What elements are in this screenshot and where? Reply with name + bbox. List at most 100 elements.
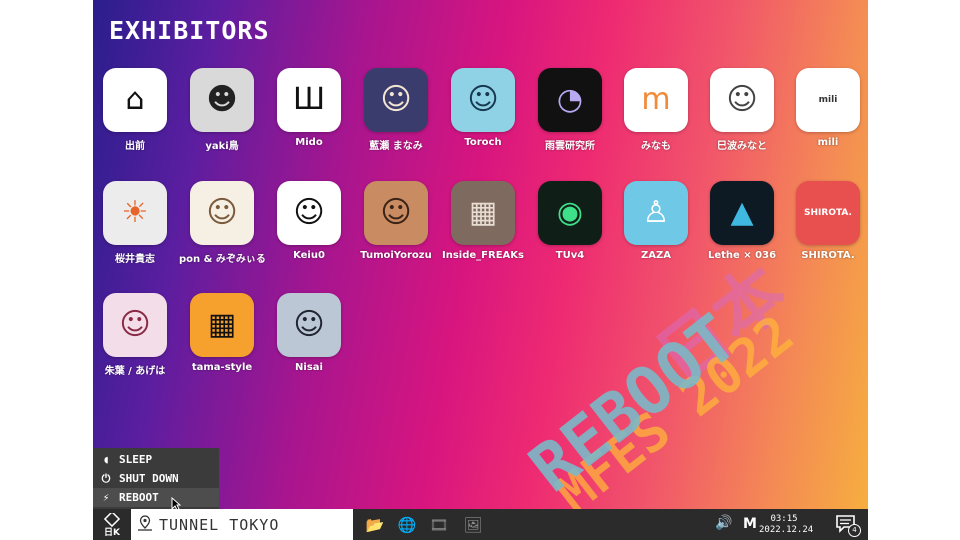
reboot-label: REBOOT <box>119 491 159 504</box>
app-tile: ☻ <box>190 68 254 132</box>
app-tile: ◔ <box>538 68 602 132</box>
clock-date: 2022.12.24 <box>759 525 814 535</box>
app-thumbnail-icon: ☺ <box>726 82 758 117</box>
app-thumbnail-icon: ☺ <box>380 195 412 230</box>
app-icon-2[interactable]: ☻ yaki鳥 <box>179 68 265 152</box>
app-icon-16[interactable]: ♙ ZAZA <box>613 181 699 261</box>
app-label: 桜井貴志 <box>115 254 155 265</box>
app-thumbnail-icon: ☻ <box>206 82 238 117</box>
app-thumbnail-icon: ☺ <box>293 195 325 230</box>
shut-down-label: SHUT DOWN <box>119 472 179 485</box>
app-thumbnail-icon: ◔ <box>556 82 584 117</box>
app-tile: mili <box>796 68 860 132</box>
app-icon-15[interactable]: ◉ TUv4 <box>527 181 613 261</box>
app-icon-11[interactable]: ☺ pon & みぞみぃる <box>179 181 266 265</box>
app-label: Mido <box>295 137 323 148</box>
app-label: TUv4 <box>555 250 585 261</box>
app-label: Lethe × 036 <box>707 250 777 261</box>
app-icon-3[interactable]: Ш Mido <box>266 68 352 148</box>
mouse-cursor-icon <box>171 497 181 511</box>
app-label: 朱葉 / あげは <box>104 366 166 377</box>
shut-down-menu-item[interactable]: ⏻ SHUT DOWN <box>93 469 219 488</box>
app-tile: ▦ <box>190 293 254 357</box>
app-label: Keiu0 <box>293 250 325 261</box>
app-icon-12[interactable]: ☺ Keiu0 <box>266 181 352 261</box>
app-tile: ☺ <box>364 68 428 132</box>
app-icon-18[interactable]: SHIROTA. SHIROTA. <box>785 181 868 261</box>
app-icon-4[interactable]: ☺ 藍瀬 まなみ <box>353 68 439 152</box>
app-icon-1[interactable]: ⌂ 出前 <box>93 68 178 152</box>
app-tile: ☺ <box>277 293 341 357</box>
app-label: tama-style <box>191 362 253 373</box>
location-label: TUNNEL TOKYO <box>159 515 280 534</box>
app-tile: ▦ <box>451 181 515 245</box>
image-icon[interactable]: 🖼 <box>461 514 485 535</box>
app-thumbnail-icon: ▲ <box>730 195 754 230</box>
app-label: 雨雲研究所 <box>545 141 595 152</box>
globe-icon[interactable]: 🌐 <box>395 514 419 535</box>
bolt-icon: ⚡ <box>102 491 110 504</box>
app-icon-7[interactable]: m みなも <box>613 68 699 152</box>
location-field[interactable]: TUNNEL TOKYO <box>131 509 353 540</box>
app-tile: m <box>624 68 688 132</box>
app-icon-9[interactable]: mili mili <box>785 68 868 148</box>
folder-icon[interactable]: 📂 <box>363 514 387 535</box>
app-tile: ⌂ <box>103 68 167 132</box>
app-icon-10[interactable]: ☀ 桜井貴志 <box>93 181 178 265</box>
app-tile: ☺ <box>710 68 774 132</box>
app-thumbnail-icon: ◉ <box>556 195 584 230</box>
app-icon-19[interactable]: ☺ 朱葉 / あげは <box>93 293 178 377</box>
app-thumbnail-icon: m <box>641 82 671 117</box>
app-label: pon & みぞみぃる <box>179 254 266 265</box>
notification-count-badge: 4 <box>848 524 861 537</box>
power-icon: ⏻ <box>101 471 111 485</box>
app-label: Nisai <box>295 362 323 373</box>
app-icon-6[interactable]: ◔ 雨雲研究所 <box>527 68 613 152</box>
app-thumbnail-icon: ☺ <box>206 195 238 230</box>
app-label: みなも <box>641 141 671 152</box>
app-thumbnail-icon: ♙ <box>642 195 670 230</box>
app-icon-14[interactable]: ▦ Inside_FREAKs <box>440 181 526 261</box>
taskbar: 日K TUNNEL TOKYO 📂 🌐 🎞 🖼 🔊 M 03:15 2022.1… <box>93 509 868 540</box>
app-thumbnail-icon: ☺ <box>119 307 151 342</box>
app-label: SHIROTA. <box>801 250 855 261</box>
app-thumbnail-icon: ⌂ <box>125 82 145 117</box>
app-label: Inside_FREAKs <box>442 250 524 261</box>
app-thumbnail-icon: SHIROTA. <box>804 208 852 218</box>
app-icon-8[interactable]: ☺ 巳波みなと <box>699 68 785 152</box>
app-thumbnail-icon: ☺ <box>467 82 499 117</box>
sleep-menu-item[interactable]: ◖ SLEEP <box>93 450 219 469</box>
app-tile: SHIROTA. <box>796 181 860 245</box>
app-tile: ☺ <box>190 181 254 245</box>
app-tile: ◉ <box>538 181 602 245</box>
app-tile: ☺ <box>364 181 428 245</box>
app-label: TumoiYorozu <box>360 250 432 261</box>
start-button[interactable]: 日K <box>93 509 131 540</box>
film-icon[interactable]: 🎞 <box>427 514 451 535</box>
start-logo-icon: 日K <box>103 512 121 537</box>
reboot-menu-item[interactable]: ⚡ REBOOT <box>93 488 219 507</box>
clock[interactable]: 03:15 2022.12.24 <box>759 514 814 536</box>
app-label: Toroch <box>464 137 502 148</box>
app-icon-13[interactable]: ☺ TumoiYorozu <box>353 181 439 261</box>
app-thumbnail-icon: ▦ <box>207 307 237 342</box>
app-icon-5[interactable]: ☺ Toroch <box>440 68 526 148</box>
app-thumbnail-icon: Ш <box>292 82 326 117</box>
ime-indicator[interactable]: M <box>743 516 757 532</box>
app-icon-21[interactable]: ☺ Nisai <box>266 293 352 373</box>
app-tile: ♙ <box>624 181 688 245</box>
page-title: EXHIBITORS <box>109 16 270 45</box>
clock-time: 03:15 <box>770 514 798 524</box>
app-icon-17[interactable]: ▲ Lethe × 036 <box>699 181 785 261</box>
app-thumbnail-icon: ☺ <box>293 307 325 342</box>
volume-icon[interactable]: 🔊 <box>715 515 732 531</box>
app-thumbnail-icon: ☀ <box>121 195 149 230</box>
app-thumbnail-icon: ☺ <box>380 82 412 117</box>
app-tile: ▲ <box>710 181 774 245</box>
app-label: mili <box>817 137 839 148</box>
app-thumbnail-icon: ▦ <box>468 195 498 230</box>
app-tile: ☺ <box>103 293 167 357</box>
app-icon-20[interactable]: ▦ tama-style <box>179 293 265 373</box>
notification-button[interactable]: 4 <box>835 514 861 537</box>
app-tile: ☺ <box>277 181 341 245</box>
